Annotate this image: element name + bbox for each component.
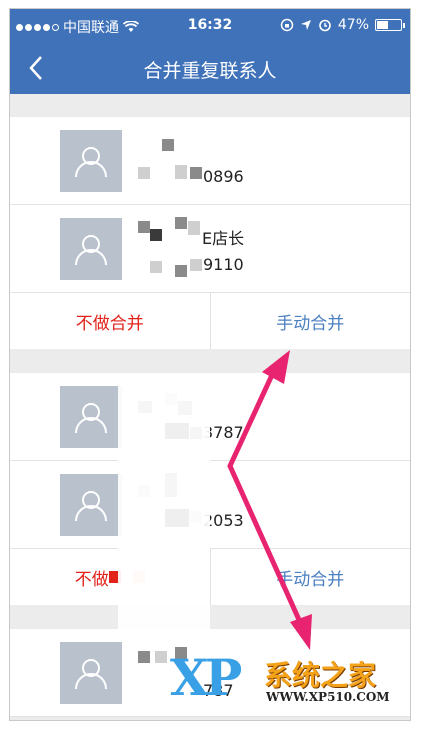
person-icon [75,659,107,690]
rotation-lock-icon [280,18,294,32]
person-icon [75,147,107,178]
contact-row[interactable]: 3787 [10,373,410,461]
battery-percent: 47% [337,17,369,33]
page-title: 合并重复联系人 [143,60,277,82]
contact-name: E店长 [202,229,245,248]
watermark-brand: 系统之家 [264,659,377,692]
no-merge-button[interactable]: 不做合并 [10,293,211,349]
manual-merge-button[interactable]: 手动合并 [211,549,411,605]
watermark-logo: XP [170,648,242,707]
no-merge-label: 不做 [74,569,109,590]
status-bar: 中国联通 16:32 47% [10,9,410,42]
phone-screen: 中国联通 16:32 47% 合并重复联系人 0896 E店长 9110 不做合… [9,8,411,721]
avatar [60,642,122,704]
group-actions: 不做 手动合并 [10,549,410,605]
contact-phone: 0896 [203,167,244,186]
duplicate-group-1: 0896 E店长 9110 不做合并 手动合并 [10,117,410,349]
person-icon [75,403,107,434]
alarm-icon [319,19,331,32]
avatar [60,130,122,192]
person-icon [75,491,107,522]
contact-phone: 9110 [203,255,244,274]
nav-bar: 合并重复联系人 [10,42,410,94]
header: 中国联通 16:32 47% 合并重复联系人 [10,9,410,94]
group-actions: 不做合并 手动合并 [10,293,410,349]
site-watermark: XP 系统之家 WWW.XP510.COM [170,648,406,710]
person-icon [75,235,107,266]
contact-row[interactable]: 0896 [10,117,410,205]
duplicate-group-2: 3787 2053 不做 手动合并 [10,373,410,605]
contact-row[interactable]: E店长 9110 [10,205,410,293]
avatar [60,386,122,448]
redaction-overlay [118,379,210,635]
battery-icon [375,19,405,31]
manual-merge-button[interactable]: 手动合并 [211,293,411,349]
location-icon [300,20,311,30]
watermark-url: WWW.XP510.COM [266,690,390,704]
avatar [60,218,122,280]
contact-row[interactable]: 2053 [10,461,410,549]
avatar [60,474,122,536]
